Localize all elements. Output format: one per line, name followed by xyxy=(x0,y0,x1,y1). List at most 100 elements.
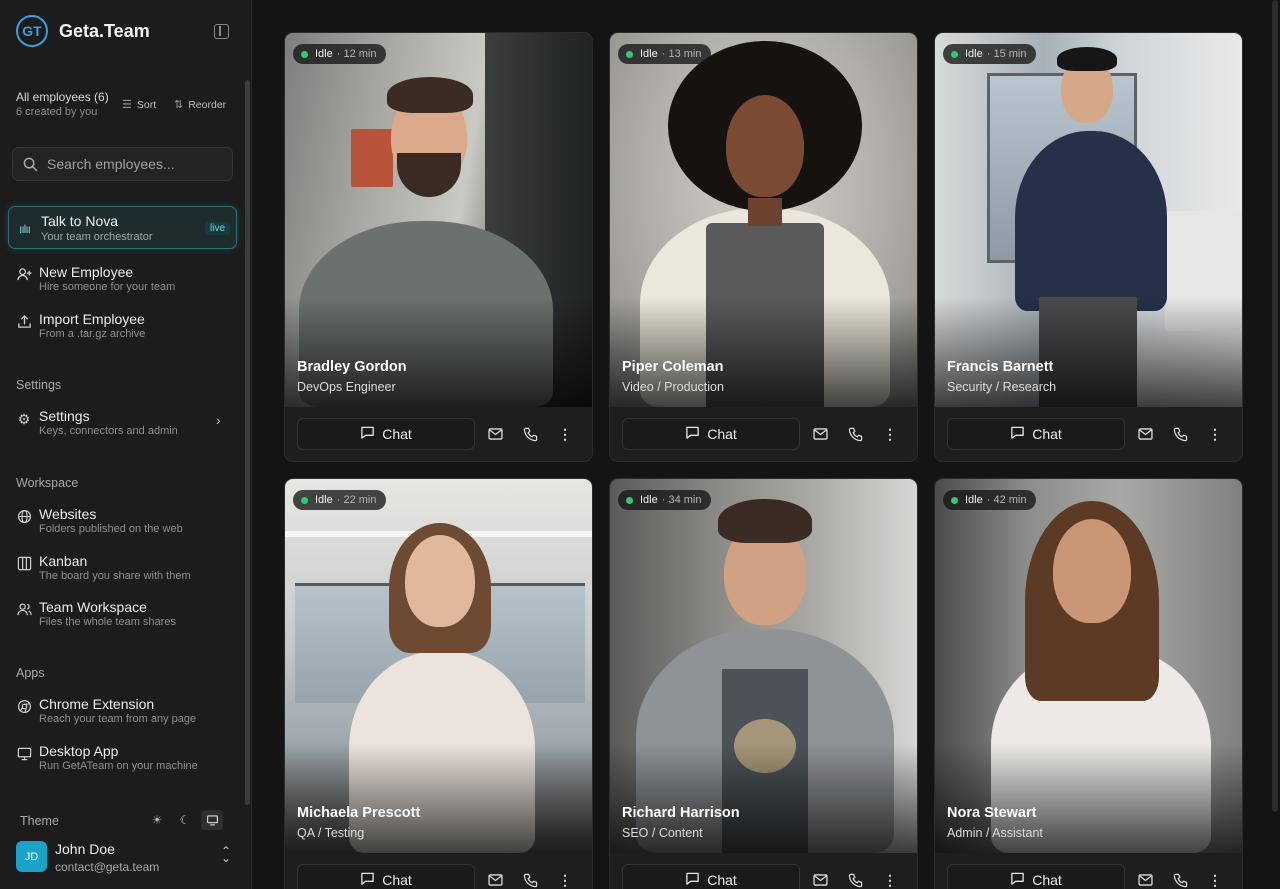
employee-role: QA / Testing xyxy=(297,826,365,840)
mail-icon[interactable] xyxy=(1135,870,1155,889)
more-vertical-icon[interactable]: ⋮ xyxy=(880,424,900,444)
theme-system-monitor-icon[interactable] xyxy=(201,810,223,830)
reorder-icon: ⇅ xyxy=(174,99,184,111)
employees-count-title: All employees (6) xyxy=(16,90,109,104)
kanban-subtitle: The board you share with them xyxy=(39,570,191,582)
phone-icon[interactable] xyxy=(845,870,865,889)
chat-button[interactable]: Chat xyxy=(622,864,800,889)
nova-label: Talk to Nova xyxy=(41,213,119,229)
desktop-app-label: Desktop App xyxy=(39,743,119,759)
status-dot-icon xyxy=(951,496,958,504)
search-input[interactable] xyxy=(47,156,217,172)
chat-label: Chat xyxy=(1032,426,1062,442)
talk-to-nova-button[interactable]: ıılıı Talk to Nova Your team orchestrato… xyxy=(8,206,237,249)
mail-icon[interactable] xyxy=(810,870,830,889)
status-dot-icon xyxy=(301,50,308,58)
sidebar-scrollbar[interactable] xyxy=(245,80,250,805)
chat-button[interactable]: Chat xyxy=(622,418,800,450)
main-scrollbar[interactable] xyxy=(1272,0,1278,812)
brand[interactable]: GT Geta.Team xyxy=(16,15,150,47)
gear-icon: ⚙ xyxy=(17,411,31,427)
status-badge: Idle · 13 min xyxy=(618,44,711,64)
mail-icon[interactable] xyxy=(485,424,505,444)
collapse-sidebar-icon[interactable] xyxy=(214,24,229,39)
sort-button[interactable]: ☰ Sort xyxy=(122,98,156,112)
search-box[interactable] xyxy=(12,147,233,181)
chat-button[interactable]: Chat xyxy=(297,864,475,889)
status-label: Idle xyxy=(640,494,658,506)
status-badge: Idle · 34 min xyxy=(618,490,711,510)
desktop-app-subtitle: Run GetATeam on your machine xyxy=(39,760,198,772)
status-dot-icon xyxy=(951,50,958,58)
theme-dark-moon-icon[interactable]: ☾ xyxy=(174,810,196,830)
employee-name: Nora Stewart xyxy=(947,805,1037,821)
columns-icon xyxy=(16,556,32,574)
user-email: contact@geta.team xyxy=(55,860,160,874)
employee-role: DevOps Engineer xyxy=(297,380,396,394)
employee-photo xyxy=(935,33,1242,407)
sidebar: GT Geta.Team All employees (6) 6 created… xyxy=(0,0,252,889)
app-window: GT Geta.Team All employees (6) 6 created… xyxy=(0,0,1280,889)
chat-label: Chat xyxy=(707,872,737,888)
reorder-button[interactable]: ⇅ Reorder xyxy=(174,98,227,112)
more-vertical-icon[interactable]: ⋮ xyxy=(555,424,575,444)
monitor-icon xyxy=(16,746,32,764)
status-badge: Idle · 12 min xyxy=(293,44,386,64)
chat-label: Chat xyxy=(382,426,412,442)
team-workspace-label: Team Workspace xyxy=(39,599,147,615)
team-workspace-subtitle: Files the whole team shares xyxy=(39,616,176,628)
account-switcher-chevrons-icon[interactable]: ⌃ ⌄ xyxy=(221,845,231,864)
user-name: John Doe xyxy=(55,841,115,857)
chat-bubble-icon xyxy=(685,871,700,889)
mail-icon[interactable] xyxy=(1135,424,1155,444)
more-vertical-icon[interactable]: ⋮ xyxy=(880,870,900,889)
employee-card[interactable]: Idle · 13 min Piper Coleman Video / Prod… xyxy=(609,32,918,462)
employee-role: Security / Research xyxy=(947,380,1057,394)
user-plus-icon xyxy=(16,267,32,285)
more-vertical-icon[interactable]: ⋮ xyxy=(1205,870,1225,889)
globe-icon xyxy=(16,509,32,527)
employee-card[interactable]: Idle · 42 min Nora Stewart Admin / Assis… xyxy=(934,478,1243,889)
chat-bubble-icon xyxy=(360,425,375,443)
status-badge: Idle · 15 min xyxy=(943,44,1036,64)
phone-icon[interactable] xyxy=(1170,870,1190,889)
theme-light-sun-icon[interactable]: ☀ xyxy=(146,810,168,830)
employee-card[interactable]: Idle · 34 min Richard Harrison SEO / Con… xyxy=(609,478,918,889)
chrome-extension-label: Chrome Extension xyxy=(39,696,155,712)
employee-name: Piper Coleman xyxy=(622,359,724,375)
chat-button[interactable]: Chat xyxy=(947,418,1125,450)
more-vertical-icon[interactable]: ⋮ xyxy=(555,870,575,889)
live-badge: live xyxy=(205,222,231,235)
mail-icon[interactable] xyxy=(810,424,830,444)
new-employee-subtitle: Hire someone for your team xyxy=(39,281,176,293)
websites-subtitle: Folders published on the web xyxy=(39,523,183,535)
voice-wave-icon: ıılıı xyxy=(19,222,31,236)
idle-duration: · 42 min xyxy=(986,494,1027,506)
employee-card[interactable]: Idle · 15 min Francis Barnett Security /… xyxy=(934,32,1243,462)
chat-bubble-icon xyxy=(685,425,700,443)
chat-button[interactable]: Chat xyxy=(297,418,475,450)
status-badge: Idle · 42 min xyxy=(943,490,1036,510)
import-employee-label: Import Employee xyxy=(39,311,145,327)
employee-card[interactable]: Idle · 22 min Michaela Prescott QA / Tes… xyxy=(284,478,593,889)
phone-icon[interactable] xyxy=(520,870,540,889)
phone-icon[interactable] xyxy=(1170,424,1190,444)
idle-duration: · 22 min xyxy=(336,494,377,506)
employee-role: Admin / Assistant xyxy=(947,826,1043,840)
user-avatar[interactable]: JD xyxy=(16,841,47,872)
chat-button[interactable]: Chat xyxy=(947,864,1125,889)
status-dot-icon xyxy=(626,50,633,58)
theme-label: Theme xyxy=(20,814,59,828)
employee-card[interactable]: Idle · 12 min Bradley Gordon DevOps Engi… xyxy=(284,32,593,462)
chrome-extension-subtitle: Reach your team from any page xyxy=(39,713,197,725)
more-vertical-icon[interactable]: ⋮ xyxy=(1205,424,1225,444)
chevron-right-icon: › xyxy=(216,412,221,428)
phone-icon[interactable] xyxy=(845,424,865,444)
chrome-icon xyxy=(16,699,32,717)
chat-bubble-icon xyxy=(1010,871,1025,889)
employee-photo xyxy=(610,33,917,407)
mail-icon[interactable] xyxy=(485,870,505,889)
phone-icon[interactable] xyxy=(520,424,540,444)
reorder-label: Reorder xyxy=(188,98,227,111)
employee-photo xyxy=(285,479,592,853)
